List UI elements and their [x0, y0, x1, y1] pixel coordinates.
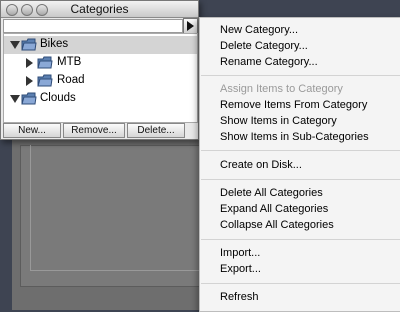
tree-row-label: Bikes — [40, 38, 69, 50]
disclosure-triangle-icon[interactable] — [10, 95, 20, 103]
category-tree: Bikes MTB Road Clouds — [3, 33, 198, 123]
menu-item-refresh[interactable]: Refresh — [220, 291, 259, 303]
context-menu: New Category... Delete Category... Renam… — [199, 17, 400, 312]
play-arrow-icon — [187, 21, 194, 31]
menu-item-rename-category[interactable]: Rename Category... — [220, 56, 318, 68]
remove-button[interactable]: Remove... — [63, 123, 125, 138]
tree-row-label: Road — [57, 74, 85, 86]
menu-item-expand-all[interactable]: Expand All Categories — [220, 203, 328, 215]
menu-separator — [201, 239, 400, 240]
tree-row-label: MTB — [57, 56, 82, 68]
tree-row-road[interactable]: Road — [4, 72, 197, 90]
category-folder-icon — [37, 74, 53, 87]
menu-item-create-on-disk[interactable]: Create on Disk... — [220, 159, 302, 171]
menu-separator — [201, 283, 400, 284]
action-menu-button[interactable] — [183, 18, 198, 34]
tree-row-mtb[interactable]: MTB — [4, 54, 197, 72]
menu-item-new-category[interactable]: New Category... — [220, 24, 298, 36]
window-title: Categories — [70, 2, 129, 16]
menu-item-remove-items[interactable]: Remove Items From Category — [220, 99, 367, 111]
menu-separator — [201, 179, 400, 180]
categories-window: Categories Bikes MTB Road Clouds New... … — [0, 0, 199, 140]
category-folder-icon — [37, 56, 53, 69]
menu-item-delete-all[interactable]: Delete All Categories — [220, 187, 323, 199]
disclosure-triangle-icon[interactable] — [10, 41, 20, 49]
menu-item-show-sub-items[interactable]: Show Items in Sub-Categories — [220, 131, 369, 143]
menu-separator — [201, 75, 400, 76]
filter-field[interactable] — [3, 19, 183, 33]
menu-separator — [201, 150, 400, 151]
menu-item-assign-items[interactable]: Assign Items to Category — [220, 83, 343, 95]
window-titlebar[interactable]: Categories — [1, 1, 198, 18]
tree-row-clouds[interactable]: Clouds — [4, 90, 197, 108]
disclosure-triangle-icon[interactable] — [26, 58, 33, 68]
menu-item-export[interactable]: Export... — [220, 263, 261, 275]
menu-item-collapse-all[interactable]: Collapse All Categories — [220, 219, 334, 231]
delete-button[interactable]: Delete... — [127, 123, 185, 138]
window-button-bar: New... Remove... Delete... — [3, 123, 196, 138]
menu-item-import[interactable]: Import... — [220, 247, 260, 259]
tree-row-bikes[interactable]: Bikes — [4, 36, 197, 54]
menu-item-show-items[interactable]: Show Items in Category — [220, 115, 337, 127]
category-folder-icon — [21, 92, 37, 105]
menu-item-delete-category[interactable]: Delete Category... — [220, 40, 308, 52]
tree-row-label: Clouds — [40, 92, 76, 104]
category-folder-icon — [21, 38, 37, 51]
disclosure-triangle-icon[interactable] — [26, 76, 33, 86]
new-button[interactable]: New... — [3, 123, 61, 138]
